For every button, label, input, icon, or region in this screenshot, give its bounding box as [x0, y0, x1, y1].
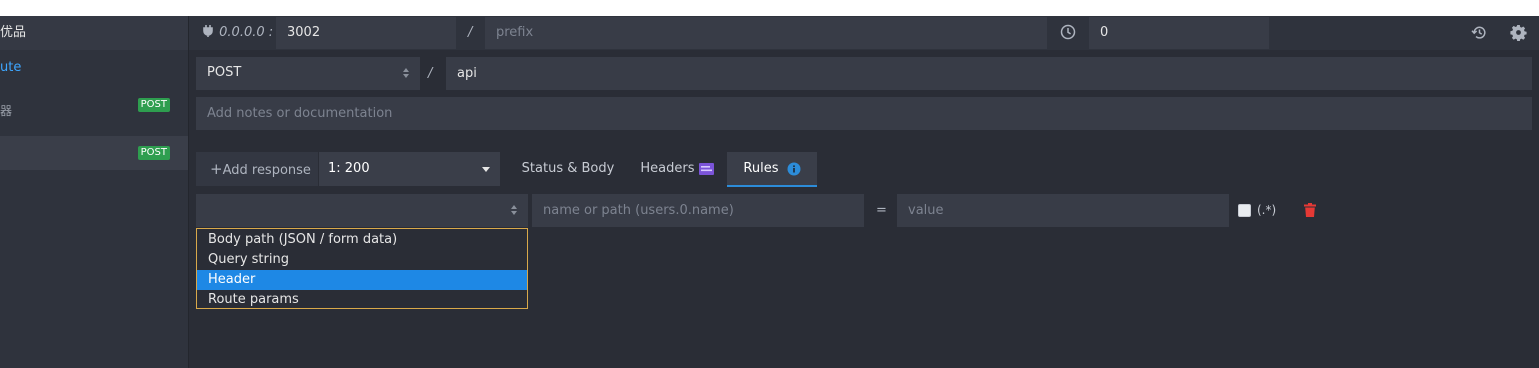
- method-select[interactable]: POST: [196, 57, 420, 90]
- add-response-label: Add response: [222, 163, 311, 178]
- response-select[interactable]: 1: 200: [319, 152, 500, 186]
- add-route-link[interactable]: ute: [0, 60, 21, 75]
- route-path-separator: /: [428, 66, 433, 81]
- regex-checkbox[interactable]: [1238, 204, 1251, 217]
- caret-down-icon: [482, 167, 490, 172]
- tab-status-body[interactable]: Status & Body: [509, 152, 627, 186]
- trash-icon[interactable]: [1304, 203, 1316, 217]
- environment-header: 0.0.0.0 : 3002 / prefix 0: [189, 16, 1539, 50]
- rule-target-dropdown: Body path (JSON / form data) Query strin…: [196, 228, 528, 309]
- host-label: 0.0.0.0 :: [203, 16, 273, 50]
- rule-name-input[interactable]: name or path (users.0.name): [532, 194, 864, 227]
- updown-arrows-icon: [511, 205, 517, 215]
- plus-icon: +: [210, 160, 223, 178]
- dropdown-option-body-path[interactable]: Body path (JSON / form data): [197, 230, 527, 250]
- sidebar-route-item[interactable]: 器 POST: [0, 88, 188, 122]
- sidebar-route-item-active[interactable]: POST: [0, 136, 188, 170]
- tab-headers[interactable]: Headers: [627, 152, 727, 186]
- dropdown-option-query-string[interactable]: Query string: [197, 250, 527, 270]
- environment-title[interactable]: 优品: [0, 16, 188, 50]
- latency-input[interactable]: 0: [1089, 17, 1269, 49]
- updown-arrows-icon: [403, 68, 409, 78]
- notes-input[interactable]: Add notes or documentation: [196, 97, 1532, 130]
- sidebar: 优品 ute 器 POST POST: [0, 16, 189, 368]
- dropdown-option-route-params[interactable]: Route params: [197, 290, 527, 310]
- equals-sign: =: [876, 203, 887, 218]
- headers-badge-icon: [698, 162, 714, 175]
- method-value: POST: [207, 65, 242, 80]
- gear-icon[interactable]: [1510, 24, 1528, 42]
- post-badge: POST: [137, 98, 170, 112]
- info-icon: [787, 162, 801, 175]
- app-window: 优品 ute 器 POST POST 0.0.0.0 : 3002 / pref…: [0, 16, 1539, 368]
- tab-headers-label: Headers: [640, 161, 695, 176]
- route-label: 器: [0, 104, 13, 118]
- path-separator: /: [468, 25, 473, 40]
- tab-rules-label: Rules: [743, 161, 779, 176]
- rule-value-input[interactable]: value: [897, 194, 1229, 227]
- rule-target-select[interactable]: [196, 194, 528, 227]
- dropdown-option-header[interactable]: Header: [197, 270, 527, 290]
- host-text: 0.0.0.0 :: [219, 25, 274, 40]
- response-select-value: 1: 200: [328, 161, 370, 176]
- add-response-button[interactable]: +Add response: [196, 152, 318, 186]
- plug-icon: [203, 25, 217, 40]
- route-path-input[interactable]: api: [446, 57, 1532, 90]
- tab-rules[interactable]: Rules: [727, 152, 817, 187]
- history-icon[interactable]: [1471, 24, 1489, 42]
- prefix-input[interactable]: prefix: [485, 17, 1047, 49]
- post-badge: POST: [137, 146, 170, 160]
- clock-icon: [1060, 24, 1078, 42]
- port-input[interactable]: 3002: [276, 17, 456, 49]
- regex-label: (.*): [1257, 203, 1277, 217]
